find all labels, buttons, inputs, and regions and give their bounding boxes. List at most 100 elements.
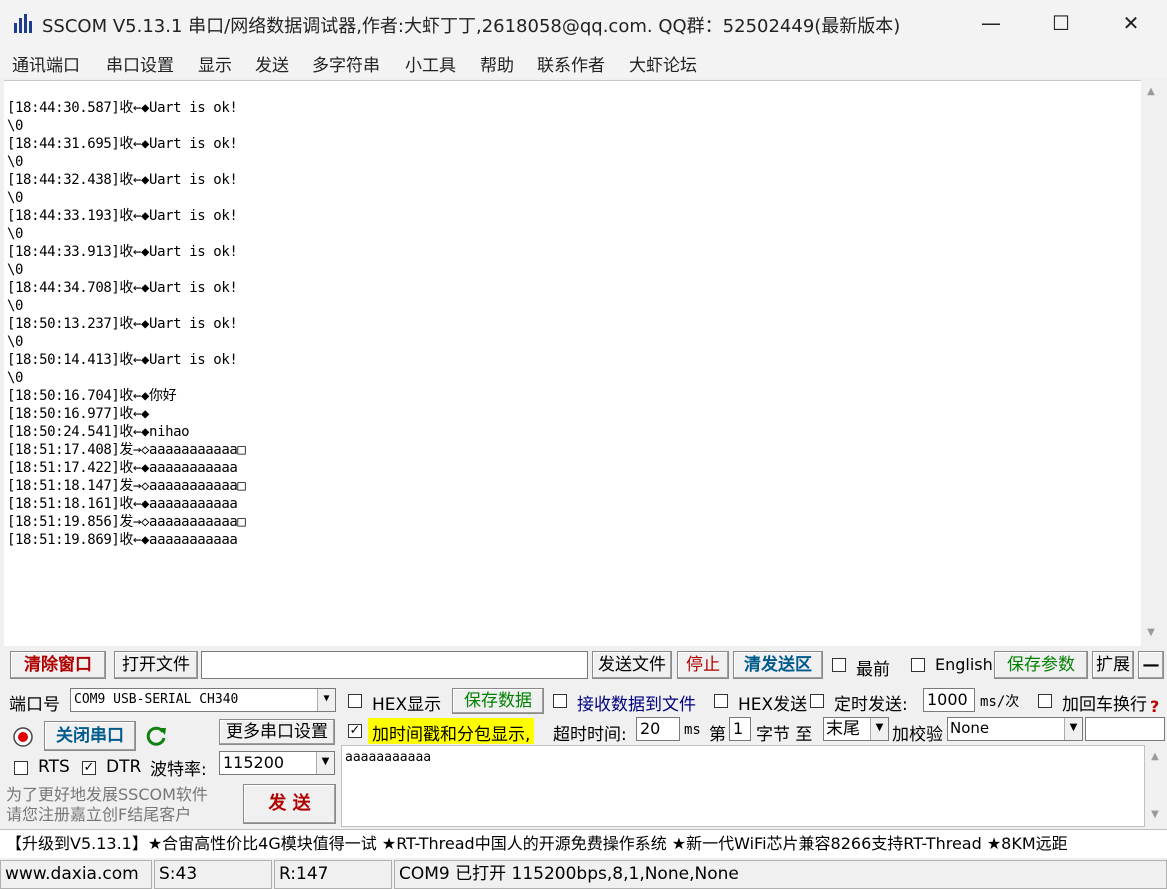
checksum-select[interactable]: None ▼ [947, 717, 1083, 741]
recv-to-file-checkbox[interactable] [553, 694, 567, 708]
receive-log-line: \0 [7, 226, 24, 242]
close-port-button[interactable]: 关闭串口 [44, 721, 136, 751]
receive-log-line: [18:50:16.704]收←◆你好 [7, 388, 177, 404]
timed-send-checkbox[interactable] [810, 694, 824, 708]
more-settings-button[interactable]: 更多串口设置 [219, 719, 335, 745]
byte-end-select[interactable]: 末尾 ▼ [823, 717, 889, 741]
title-bar: SSCOM V5.13.1 串口/网络数据调试器,作者:大虾丁丁,2618058… [0, 0, 1167, 46]
checksum-label: 加校验 [892, 725, 943, 745]
send-file-button[interactable]: 发送文件 [592, 651, 672, 679]
timed-send-label: 定时发送: [834, 695, 908, 715]
expand-button[interactable]: 扩展 [1092, 651, 1134, 679]
receive-log-line: \0 [7, 118, 24, 134]
receive-log-line: [18:44:33.193]收←◆Uart is ok! [7, 208, 238, 224]
byte-prefix-label: 第 [709, 725, 726, 745]
menu-help[interactable]: 帮助 [480, 51, 514, 76]
clear-window-button[interactable]: 清除窗口 [10, 651, 106, 679]
chevron-down-icon[interactable]: ▼ [870, 718, 888, 740]
add-crlf-checkbox[interactable] [1038, 694, 1052, 708]
clear-send-button[interactable]: 清发送区 [733, 651, 823, 679]
menu-display[interactable]: 显示 [198, 51, 232, 76]
receive-log-line: [18:44:30.587]收←◆Uart is ok! [7, 100, 238, 116]
hex-display-label: HEX显示 [372, 695, 442, 715]
receive-log-line: [18:51:19.856]发→◇aaaaaaaaaaa□ [7, 514, 246, 530]
check-icon: ✓ [349, 723, 361, 738]
check-icon: ✓ [83, 760, 95, 775]
scroll-down-icon[interactable]: ▼ [1141, 623, 1161, 643]
menu-tools[interactable]: 小工具 [405, 51, 456, 76]
scroll-up-icon[interactable]: ▲ [1145, 747, 1165, 767]
chevron-down-icon[interactable]: ▼ [317, 689, 335, 711]
receive-log-line: [18:50:13.237]收←◆Uart is ok! [7, 316, 238, 332]
file-path-input[interactable] [201, 651, 588, 679]
chevron-down-icon[interactable]: ▼ [316, 752, 334, 774]
byte-end-value: 末尾 [826, 719, 860, 739]
send-scrollbar[interactable]: ▲ ▼ [1145, 745, 1165, 827]
rts-checkbox[interactable] [14, 761, 28, 775]
receive-log-line: \0 [7, 370, 24, 386]
receive-log-line: \0 [7, 154, 24, 170]
english-checkbox[interactable] [911, 658, 925, 672]
port-select[interactable]: COM9 USB-SERIAL CH340 ▼ [70, 688, 336, 712]
timeout-input[interactable]: 20 [636, 717, 680, 741]
recv-to-file-label: 接收数据到文件 [577, 695, 696, 715]
help-icon[interactable]: ? [1150, 697, 1159, 716]
baud-select[interactable]: 115200 ▼ [219, 751, 335, 775]
timeout-unit-label: ms [684, 722, 701, 738]
interval-unit-label: ms/次 [980, 694, 1020, 710]
save-data-button[interactable]: 保存数据 [452, 688, 544, 714]
maximize-button[interactable]: ☐ [1032, 0, 1090, 46]
collapse-button[interactable]: — [1138, 651, 1164, 679]
checksum-result-field [1085, 717, 1165, 741]
rts-label: RTS [38, 757, 70, 777]
topmost-label: 最前 [856, 660, 890, 680]
hex-display-checkbox[interactable] [348, 694, 362, 708]
open-file-button[interactable]: 打开文件 [114, 651, 198, 679]
receive-log-line: [18:51:18.147]发→◇aaaaaaaaaaa□ [7, 478, 246, 494]
minimize-button[interactable]: — [962, 0, 1020, 46]
port-status-icon [13, 727, 33, 747]
byte-mid-label: 字节 至 [756, 725, 813, 745]
menu-bar: 通讯端口 串口设置 显示 发送 多字符串 小工具 帮助 联系作者 大虾论坛 [0, 46, 1167, 78]
menu-contact-author[interactable]: 联系作者 [537, 51, 605, 76]
receive-log-line: [18:51:18.161]收←◆aaaaaaaaaaa [7, 496, 238, 512]
topmost-checkbox[interactable] [832, 658, 846, 672]
hex-send-label: HEX发送 [738, 695, 808, 715]
receive-log-line: [18:51:19.869]收←◆aaaaaaaaaaa [7, 532, 238, 548]
receive-scrollbar[interactable]: ▲ ▼ [1141, 80, 1161, 645]
menu-multi-string[interactable]: 多字符串 [312, 51, 380, 76]
refresh-icon[interactable] [146, 725, 168, 747]
menu-serial-settings[interactable]: 串口设置 [106, 51, 174, 76]
scroll-down-icon[interactable]: ▼ [1145, 805, 1165, 825]
dtr-label: DTR [106, 757, 142, 777]
send-button[interactable]: 发 送 [243, 784, 336, 824]
send-text-input[interactable]: aaaaaaaaaaa [341, 745, 1145, 827]
receive-log-line: \0 [7, 298, 24, 314]
status-website[interactable]: www.daxia.com [0, 860, 152, 889]
port-select-value: COM9 USB-SERIAL CH340 [74, 692, 239, 707]
menu-forum[interactable]: 大虾论坛 [629, 51, 697, 76]
byte-index-input[interactable]: 1 [729, 717, 751, 741]
stop-button[interactable]: 停止 [677, 651, 729, 679]
interval-input[interactable]: 1000 [923, 688, 975, 712]
menu-send[interactable]: 发送 [255, 51, 289, 76]
baud-label: 波特率: [150, 760, 207, 780]
receive-log-line: [18:50:24.541]收←◆nihao [7, 424, 190, 440]
hex-send-checkbox[interactable] [714, 694, 728, 708]
receive-log-line: [18:44:34.708]收←◆Uart is ok! [7, 280, 238, 296]
checksum-value: None [950, 719, 990, 737]
chevron-down-icon[interactable]: ▼ [1064, 718, 1082, 740]
timestamp-checkbox[interactable]: ✓ [348, 724, 362, 738]
menu-comm-port[interactable]: 通讯端口 [12, 51, 80, 76]
save-params-button[interactable]: 保存参数 [994, 651, 1088, 679]
receive-log-line: [18:50:14.413]收←◆Uart is ok! [7, 352, 238, 368]
news-ticker[interactable]: 【升级到V5.13.1】★合宙高性价比4G模块值得一试 ★RT-Thread中国… [0, 829, 1167, 858]
promo-text[interactable]: 为了更好地发展SSCOM软件 请您注册嘉立创F结尾客户 [6, 785, 208, 825]
scroll-up-icon[interactable]: ▲ [1141, 82, 1161, 102]
receive-log-line: [18:51:17.408]发→◇aaaaaaaaaaa□ [7, 442, 246, 458]
english-label: English [935, 655, 993, 674]
close-button[interactable]: ✕ [1102, 0, 1160, 46]
status-sent-count: S:43 [154, 860, 272, 889]
dtr-checkbox[interactable]: ✓ [82, 761, 96, 775]
receive-area[interactable]: [18:44:30.587]收←◆Uart is ok! \0 [18:44:31.… [4, 80, 1141, 646]
